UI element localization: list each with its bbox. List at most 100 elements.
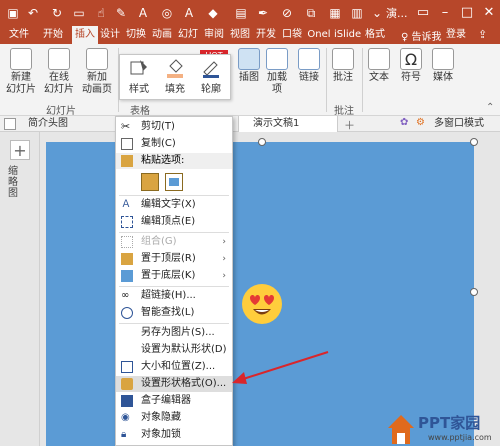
paste-picture-icon[interactable] <box>165 173 183 191</box>
tell-me-search[interactable]: ♀ 告诉我 <box>401 28 442 43</box>
menu-item-send-to-back[interactable]: 置于底层(K) › <box>116 268 232 284</box>
tab-slideshow[interactable]: 幻灯 <box>176 26 200 44</box>
media-button[interactable]: 媒体 <box>430 48 456 84</box>
illustrations-button[interactable]: 插图 <box>236 48 262 84</box>
addins-button[interactable]: 加载 项 <box>264 48 290 96</box>
fill-label: 填充 <box>165 84 185 95</box>
shape-mini-toolbar: 样式 填充 轮廓 <box>119 54 231 100</box>
tab-pocket[interactable]: 口袋 <box>280 26 304 44</box>
expand-thumbnails-icon[interactable]: + <box>10 140 30 160</box>
settings-icon[interactable]: ⚙ <box>416 117 425 128</box>
pen-icon[interactable]: ✒ <box>254 4 272 22</box>
brush-icon[interactable]: ✎ <box>112 4 130 22</box>
pptjia-watermark: PPT家园 www.pptjia.com <box>386 410 500 446</box>
menu-item-edit-points[interactable]: 编辑顶点(E) <box>116 214 232 230</box>
menu-item-box-editor[interactable]: 盒子编辑器 <box>116 393 232 409</box>
collapse-ribbon-icon[interactable]: ⌃ <box>486 102 494 113</box>
menu-copy-label: 复制(C) <box>141 138 176 149</box>
maximize-icon[interactable]: □ <box>456 2 478 24</box>
bring-to-front-icon <box>121 253 133 265</box>
undo-icon[interactable]: ↶ <box>24 4 42 22</box>
shape-icon[interactable]: ◎ <box>158 4 176 22</box>
submenu-arrow-icon: › <box>222 237 226 247</box>
menu-item-set-default-shape[interactable]: 设置为默认形状(D) <box>116 342 232 358</box>
menu-item-copy[interactable]: 复制(C) <box>116 136 232 152</box>
menu-item-hide-object[interactable]: ◉ 对象隐藏 <box>116 410 232 426</box>
fill-button[interactable]: 填充 <box>158 58 192 95</box>
symbol-button[interactable]: Ω 符号 <box>398 48 424 84</box>
outline-button[interactable]: 轮廓 <box>194 58 228 95</box>
new-slide-button[interactable]: 新建 幻灯片 <box>4 48 38 96</box>
resize-handle-top-right[interactable] <box>470 138 478 146</box>
doc-tab-intro[interactable]: 简介头图 <box>28 116 68 132</box>
multiwindow-mode[interactable]: 多窗口模式 <box>434 116 484 132</box>
menu-item-cut[interactable]: ✂ 剪切(T) <box>116 119 232 135</box>
save-icon[interactable]: ▣ <box>4 4 22 22</box>
ribbon-tabs: 文件 开始 插入 设计 切换 动画 幻灯 审阅 视图 开发 口袋 Onel iS… <box>0 26 500 44</box>
menu-group-label: 组合(G) <box>141 236 177 247</box>
tab-animations[interactable]: 动画 <box>150 26 174 44</box>
size-position-icon <box>121 361 133 373</box>
paste-keep-source-icon[interactable] <box>141 173 159 191</box>
arrange-icon[interactable]: ⧉ <box>302 4 320 22</box>
menu-separator <box>119 286 229 287</box>
comment-button[interactable]: 批注 <box>330 48 356 84</box>
customize-qa-icon[interactable]: ⌄ <box>368 4 386 22</box>
menu-set-default-label: 设置为默认形状(D) <box>141 344 227 355</box>
close-icon[interactable]: ✕ <box>478 2 500 24</box>
tab-design[interactable]: 设计 <box>98 26 122 44</box>
text-color-icon[interactable]: A <box>180 4 198 22</box>
touch-mode-icon[interactable]: ☝ <box>92 4 110 22</box>
tab-insert[interactable]: 插入 <box>72 26 98 44</box>
group-label-table: 表格 <box>130 106 150 117</box>
redo-icon[interactable]: ↻ <box>48 4 66 22</box>
tab-view[interactable]: 视图 <box>228 26 252 44</box>
menu-item-save-as-picture[interactable]: 另存为图片(S)... <box>116 325 232 341</box>
media-label: 媒体 <box>433 72 453 83</box>
tab-developer[interactable]: 开发 <box>254 26 278 44</box>
tab-format[interactable]: 格式 <box>362 26 388 44</box>
tab-transitions[interactable]: 切换 <box>124 26 148 44</box>
minimize-icon[interactable]: – <box>434 2 456 24</box>
menu-item-format-shape[interactable]: 设置形状格式(O)... <box>116 376 232 392</box>
menu-item-hyperlink[interactable]: ∞ 超链接(H)... <box>116 288 232 304</box>
text-button[interactable]: 文本 <box>366 48 392 84</box>
menu-item-bring-to-front[interactable]: 置于顶层(R) › <box>116 251 232 267</box>
title-bar: ▣ ↶ ↻ ▭ ☝ ✎ A ◎ A ◆ ▤ ✒ ⊘ ⧉ ▦ ▥ ⌄ 演... ▭… <box>0 0 500 26</box>
illustration-icon <box>238 48 260 70</box>
menu-item-size-position[interactable]: 大小和位置(Z)... <box>116 359 232 375</box>
menu-item-group[interactable]: 组合(G) › <box>116 234 232 250</box>
link-button[interactable]: 链接 <box>296 48 322 84</box>
tab-home[interactable]: 开始 <box>38 26 68 44</box>
tab-review[interactable]: 审阅 <box>202 26 226 44</box>
text-label: 文本 <box>369 72 389 83</box>
style-button[interactable]: 样式 <box>122 58 156 95</box>
start-from-beginning-icon[interactable]: ▭ <box>70 4 88 22</box>
tab-file[interactable]: 文件 <box>4 26 34 44</box>
doc-tab-presentation1[interactable]: 演示文稿1 <box>238 116 338 132</box>
grid-icon[interactable]: ▦ <box>326 4 344 22</box>
layout-icon[interactable]: ▥ <box>348 4 366 22</box>
login-button[interactable]: 登录 <box>446 26 466 44</box>
text-color-icon[interactable]: A <box>134 4 152 22</box>
animation-page-icon <box>86 48 108 70</box>
resize-handle-top[interactable] <box>258 138 266 146</box>
add-animation-page-button[interactable]: 新加 动画页 <box>80 48 114 96</box>
new-tab-icon[interactable]: ＋ <box>344 117 355 133</box>
menu-item-lock-object[interactable]: 🔒︎ 对象加锁 <box>116 427 232 443</box>
ribbon-display-icon[interactable]: ▭ <box>412 2 434 24</box>
menu-item-smart-lookup[interactable]: 智能查找(L) <box>116 305 232 321</box>
gear-icon[interactable]: ✿ <box>400 117 408 128</box>
shape-style-icon <box>129 58 149 78</box>
menu-hyperlink-label: 超链接(H)... <box>141 290 196 301</box>
share-icon[interactable]: ⇪ <box>478 28 487 41</box>
online-slide-button[interactable]: 在线 幻灯片 <box>42 48 76 96</box>
menu-item-edit-text[interactable]: Ａ 编辑文字(X) <box>116 197 232 213</box>
eraser-icon[interactable]: ⊘ <box>278 4 296 22</box>
tab-onekey[interactable]: Onel <box>306 26 332 44</box>
resize-handle-right[interactable] <box>470 288 478 296</box>
shape-fill-icon[interactable]: ◆ <box>204 4 222 22</box>
format-painter-icon[interactable]: ▤ <box>232 4 250 22</box>
group-icon <box>121 236 133 248</box>
tab-islide[interactable]: iSlide <box>334 26 361 44</box>
